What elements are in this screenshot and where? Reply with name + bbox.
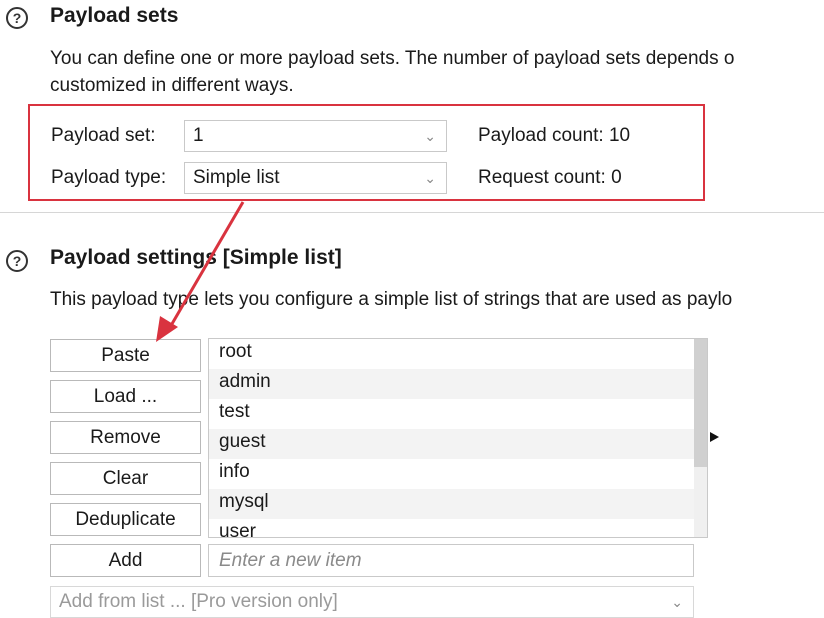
red-arrow-annotation [156, 201, 245, 342]
red-arrow-shaft [167, 201, 245, 330]
